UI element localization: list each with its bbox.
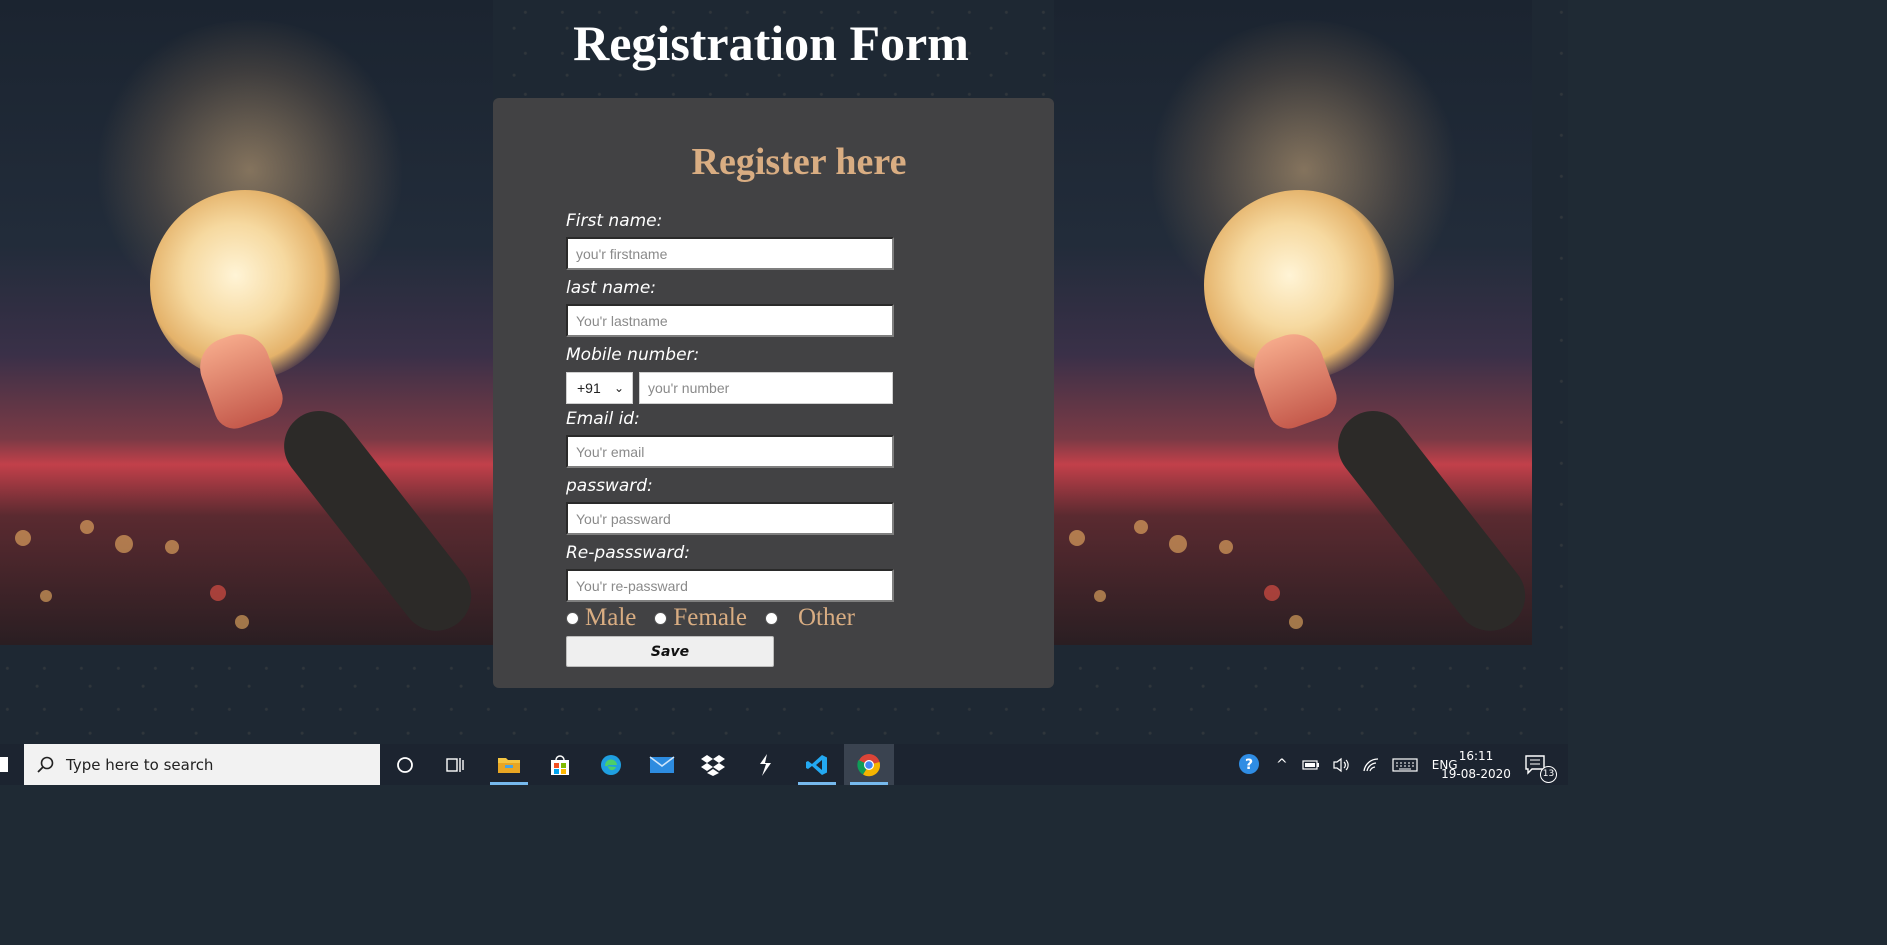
background-image-left [0,0,493,645]
bokeh-light [115,535,133,553]
bokeh-light [1169,535,1187,553]
gender-label-other: Other [797,604,855,631]
bokeh-light [15,530,31,546]
form-heading: Register here [691,141,907,183]
email-input[interactable] [566,435,894,468]
first-name-label: First name: [566,211,663,231]
chrome-icon [857,753,881,776]
gender-label-male: Male [585,604,637,631]
folder-icon [498,757,520,773]
system-tray: ? ^ ENG [1238,744,1458,785]
bokeh-light [235,615,249,629]
password-input[interactable] [566,502,894,535]
mail-envelope-icon [649,755,675,773]
gender-label-female: Female [673,604,747,631]
search-icon [37,756,54,773]
windows-taskbar: Type here to search ? ^ ENG 16:11 19-08-… [0,744,1568,785]
gender-radio-female[interactable] [654,611,668,625]
gender-radio-male[interactable] [566,611,579,625]
dropbox-button[interactable] [688,744,738,785]
sublime-text-icon [760,753,771,776]
battery-icon[interactable] [1302,759,1320,771]
gender-radio-other[interactable] [764,611,778,625]
repassword-label: Re-passsward: [566,543,691,563]
sublime-button[interactable] [740,744,790,785]
bokeh-light [1219,540,1233,554]
bokeh-light [210,585,226,601]
task-view-icon [446,757,464,772]
cortana-button[interactable] [380,744,430,785]
save-button[interactable]: Save [566,636,774,667]
volume-icon[interactable] [1332,757,1350,773]
mobile-number-input[interactable] [639,372,893,404]
bokeh-light [1134,520,1148,534]
bokeh-light [80,520,94,534]
clock-time: 16:11 [1458,749,1494,763]
help-icon[interactable]: ? [1238,753,1262,777]
edge-button[interactable] [586,744,636,785]
bokeh-light [1289,615,1303,629]
arm [270,396,486,645]
page-title: Registration Form [573,15,969,71]
start-button[interactable] [0,757,8,772]
email-label: Email id: [566,409,640,429]
chevron-up-icon[interactable]: ^ [1276,757,1288,773]
repassword-input[interactable] [566,569,894,602]
password-label: passward: [566,476,653,496]
cortana-circle-icon [397,756,413,773]
bokeh-light [1069,530,1085,546]
country-code-value: +91 [577,380,601,396]
svg-text:?: ? [1245,757,1253,773]
search-placeholder: Type here to search [66,755,214,774]
last-name-label: last name: [566,278,657,298]
mobile-label: Mobile number: [566,345,700,365]
vscode-button[interactable] [792,744,842,785]
keyboard-icon[interactable] [1392,757,1418,773]
dropbox-icon [701,754,725,776]
mail-button[interactable] [637,744,687,785]
taskbar-search-box[interactable]: Type here to search [24,744,380,785]
last-name-input[interactable] [566,304,894,337]
chevron-down-icon: ⌄ [613,381,624,395]
first-name-input[interactable] [566,237,894,270]
task-view-button[interactable] [430,744,480,785]
clock[interactable]: 16:11 19-08-2020 [1440,747,1512,783]
bokeh-light [165,540,179,554]
bokeh-light [1094,590,1106,602]
background-image-right [1054,0,1532,645]
gender-radio-group: Male Female Other [566,603,873,633]
vscode-icon [806,754,827,775]
wifi-icon[interactable] [1362,757,1380,773]
microsoft-store-button[interactable] [535,744,585,785]
arm [1324,396,1532,645]
chrome-button[interactable] [844,744,894,785]
bokeh-light [40,590,52,602]
bokeh-light [1264,585,1280,601]
store-bag-icon [551,754,569,775]
clock-date: 19-08-2020 [1441,767,1511,781]
country-code-select[interactable]: +91 ⌄ [566,372,633,404]
file-explorer-button[interactable] [484,744,534,785]
notification-count-badge: 13 [1540,766,1557,783]
edge-browser-icon [601,754,621,775]
